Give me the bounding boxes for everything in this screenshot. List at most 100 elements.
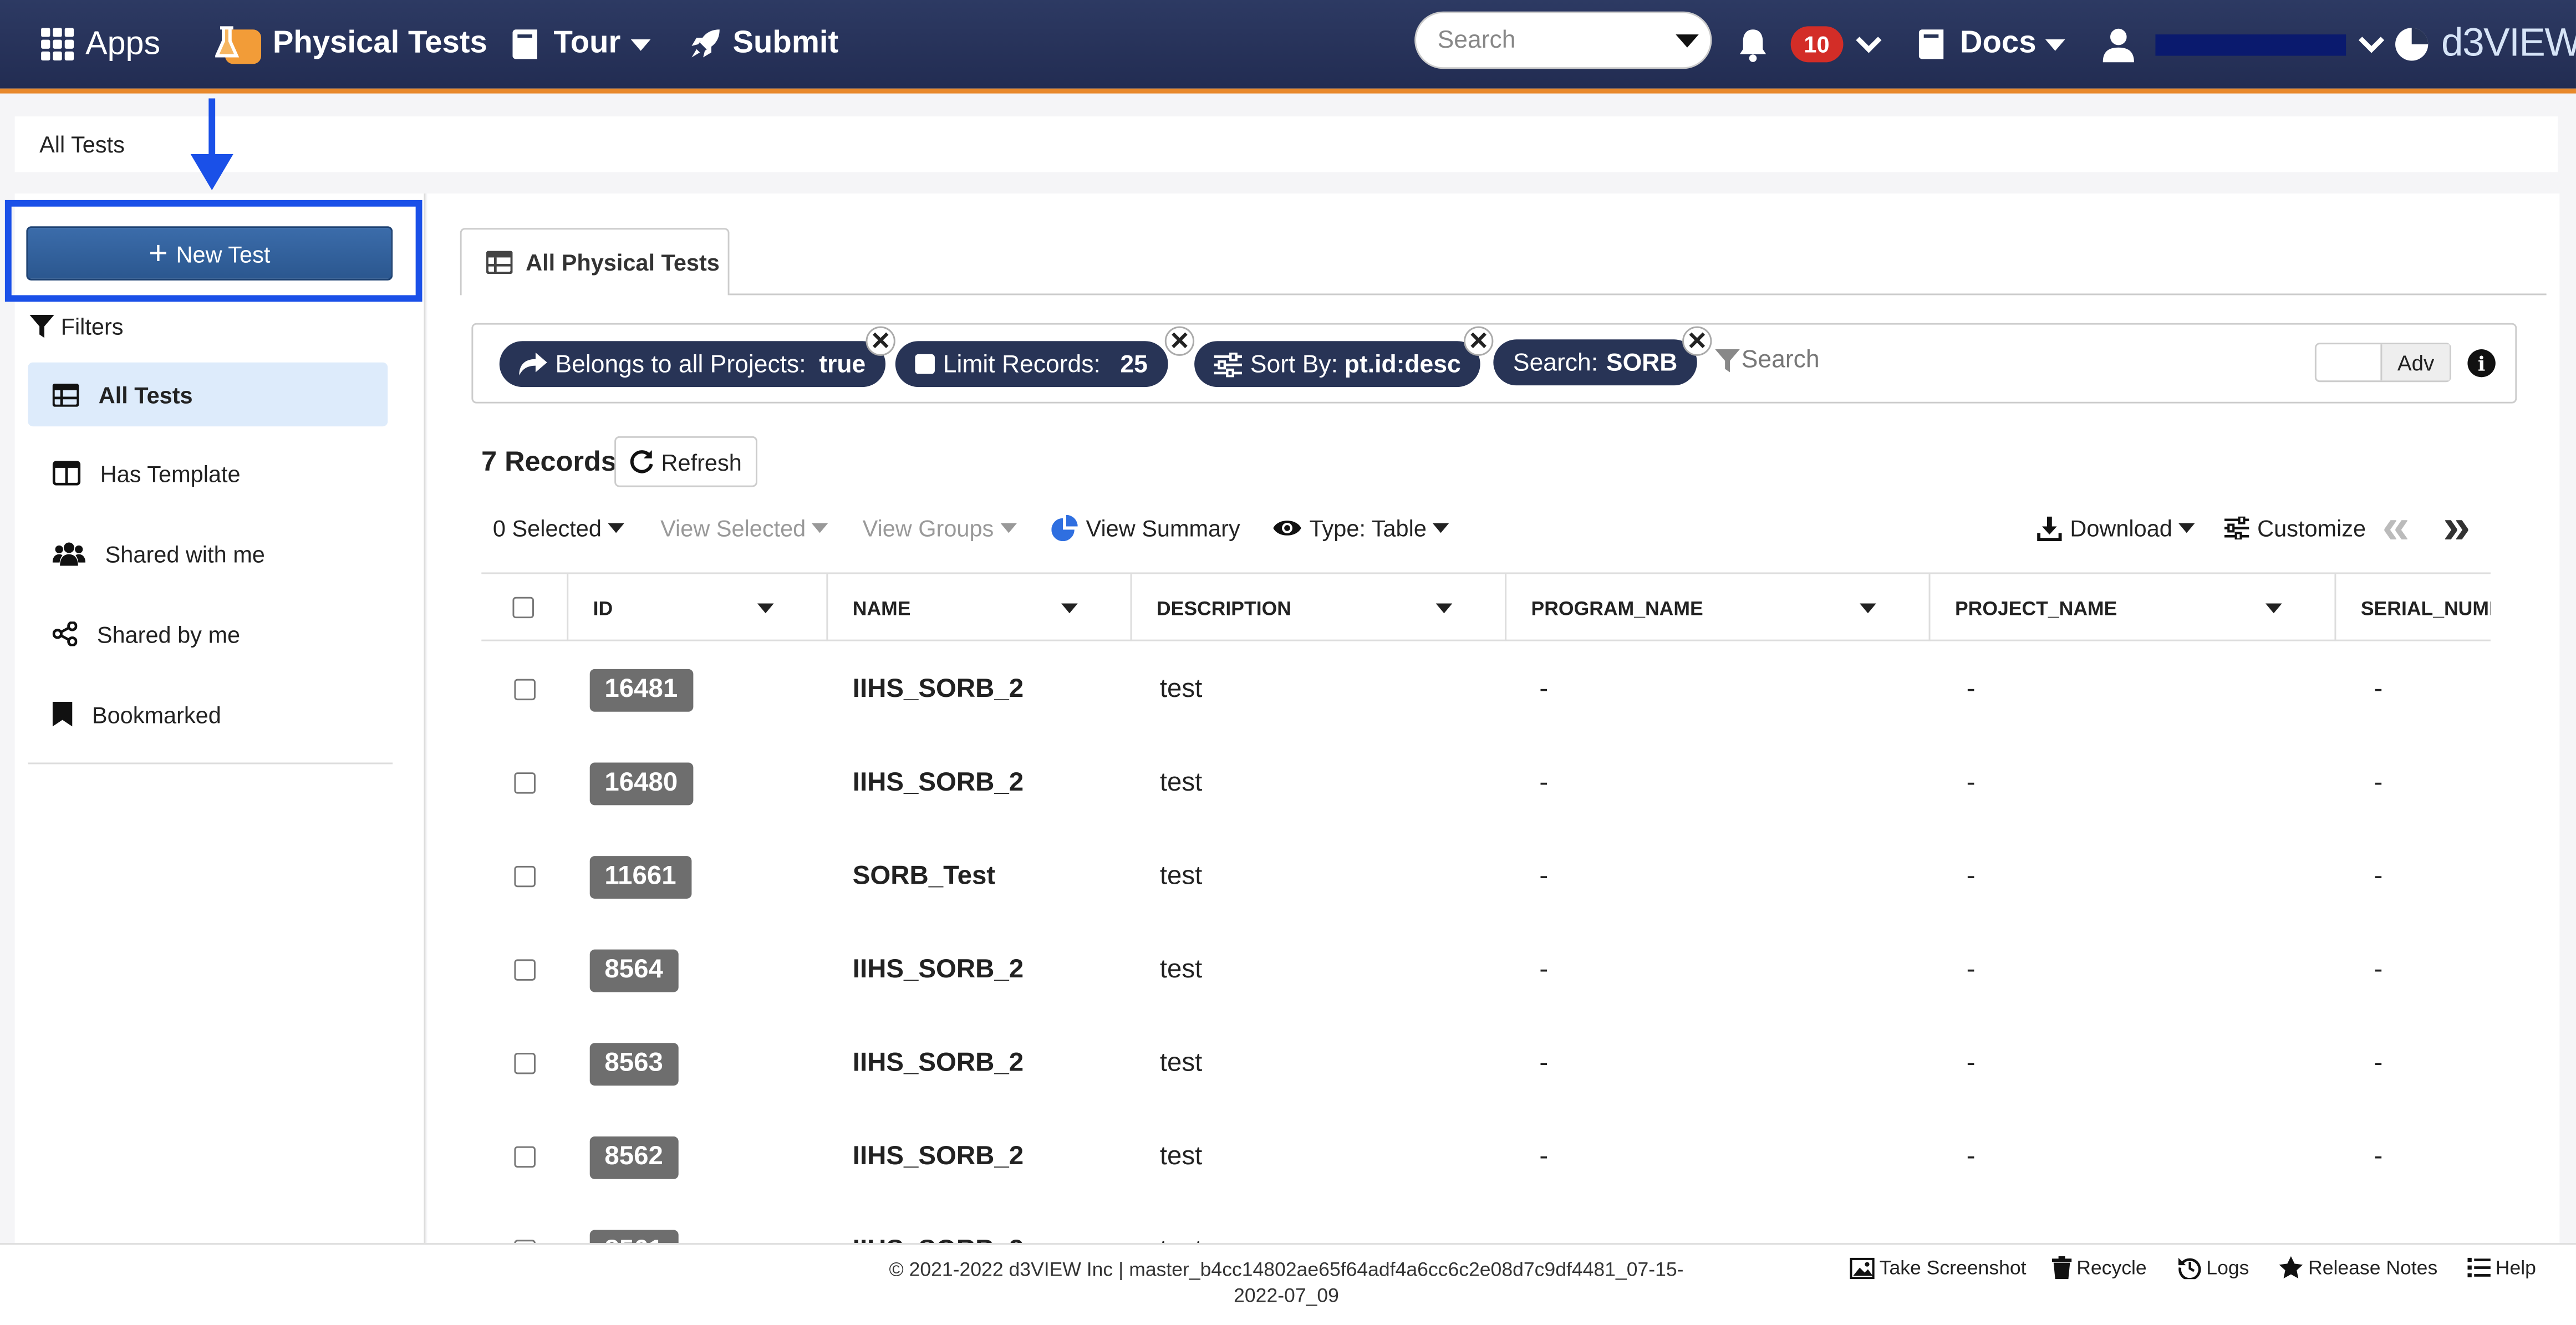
column-header-description[interactable]: DESCRIPTION — [1130, 574, 1505, 641]
name-cell[interactable]: SORB_Test — [853, 830, 995, 924]
sidebar-item-shared-by-me[interactable]: Shared by me — [28, 602, 388, 666]
chip-sort-by[interactable]: Sort By: pt.id:desc — [1194, 341, 1481, 388]
global-search-input[interactable] — [1416, 26, 1663, 54]
name-cell[interactable]: IIHS_SORB_2 — [853, 1110, 1024, 1204]
customize-label: Customize — [2257, 514, 2366, 542]
filters-heading: Filters — [29, 313, 124, 339]
row-select-cell — [514, 1204, 536, 1244]
customize-button[interactable]: Customize — [2224, 515, 2366, 541]
remove-chip-close-icon[interactable]: ✕ — [1464, 326, 1494, 356]
column-header-program-name[interactable]: PROGRAM_NAME — [1505, 574, 1928, 641]
table-row[interactable]: 16480 IIHS_SORB_2 test - - - — [481, 736, 2491, 830]
selected-count-dropdown[interactable]: 0 Selected — [493, 515, 625, 541]
sidebar-item-bookmarked[interactable]: Bookmarked — [28, 682, 388, 746]
apps-menu[interactable]: Apps — [41, 0, 160, 89]
d3view-logo[interactable]: d3VIEW® — [2394, 0, 2576, 89]
filter-search-input[interactable] — [1741, 346, 2070, 374]
square-icon — [915, 354, 935, 374]
column-header-name[interactable]: NAME — [826, 574, 1130, 641]
row-checkbox[interactable] — [514, 772, 536, 794]
view-selected-dropdown[interactable]: View Selected — [660, 515, 829, 541]
bell-icon — [1739, 28, 1766, 62]
download-dropdown[interactable]: Download — [2037, 515, 2196, 541]
name-cell[interactable]: IIHS_SORB_2 — [853, 923, 1024, 1017]
row-checkbox[interactable] — [514, 1146, 536, 1168]
chip-belongs-to-projects[interactable]: Belongs to all Projects: true — [499, 341, 885, 388]
users-icon — [52, 542, 86, 566]
release-notes-link[interactable]: Release Notes — [2279, 1256, 2437, 1279]
breadcrumb-current[interactable]: All Tests — [39, 131, 125, 157]
name-cell[interactable]: IIHS_SORB_2 — [853, 643, 1024, 737]
id-badge[interactable]: 16480 — [589, 761, 693, 804]
serial-cell: - — [2374, 1204, 2383, 1243]
column-header-serial-number[interactable]: SERIAL_NUMB — [2334, 574, 2491, 641]
row-checkbox[interactable] — [514, 865, 536, 888]
table-row[interactable]: 8561 IIHS_SORB_2 test - - - — [481, 1204, 2491, 1244]
tab-underline — [729, 293, 2547, 295]
view-selected-label: View Selected — [660, 514, 806, 542]
image-icon — [1850, 1257, 1875, 1278]
program-cell: - — [1539, 1204, 1548, 1243]
help-link[interactable]: Help — [2467, 1256, 2536, 1279]
sort-caret-icon[interactable] — [1435, 603, 1453, 614]
row-checkbox[interactable] — [514, 679, 536, 701]
remove-chip-close-icon[interactable]: ✕ — [1682, 326, 1712, 356]
id-badge[interactable]: 8563 — [589, 1042, 678, 1085]
sidebar-item-shared-with-me[interactable]: Shared with me — [28, 522, 388, 585]
new-test-button[interactable]: + New Test — [26, 226, 393, 281]
id-badge[interactable]: 11661 — [589, 855, 691, 898]
sort-caret-icon[interactable] — [1061, 603, 1078, 614]
remove-chip-close-icon[interactable]: ✕ — [866, 326, 895, 356]
submit-menu[interactable]: Submit — [688, 0, 838, 89]
take-screenshot-link[interactable]: Take Screenshot — [1850, 1256, 2027, 1279]
column-header-id[interactable]: ID — [567, 574, 826, 641]
view-summary-label: View Summary — [1086, 514, 1240, 542]
sidebar-item-has-template[interactable]: Has Template — [28, 441, 388, 505]
logs-link[interactable]: Logs — [2178, 1256, 2249, 1280]
advanced-toggle[interactable]: Adv — [2314, 343, 2451, 383]
submit-label: Submit — [732, 26, 839, 61]
chip-limit-records[interactable]: Limit Records: 25 — [895, 341, 1168, 388]
sort-caret-icon[interactable] — [757, 603, 774, 614]
table-row[interactable]: 16481 IIHS_SORB_2 test - - - — [481, 643, 2491, 737]
tab-all-physical-tests[interactable]: All Physical Tests — [460, 228, 730, 295]
id-badge[interactable]: 8561 — [589, 1229, 678, 1244]
name-cell[interactable]: IIHS_SORB_2 — [853, 1017, 1024, 1110]
tour-menu[interactable]: Tour — [512, 0, 650, 89]
user-menu[interactable] — [2102, 0, 2385, 89]
sort-caret-icon[interactable] — [1860, 603, 1876, 614]
chip-search[interactable]: Search: SORB — [1493, 339, 1697, 386]
physical-tests-menu[interactable]: Physical Tests — [215, 0, 487, 89]
row-checkbox[interactable] — [514, 959, 536, 981]
row-checkbox[interactable] — [514, 1053, 536, 1074]
annotation-arrow-shaft — [208, 98, 216, 157]
column-header-project-name[interactable]: PROJECT_NAME — [1928, 574, 2335, 641]
docs-menu[interactable]: Docs — [1918, 0, 2066, 89]
select-all-checkbox[interactable] — [512, 597, 534, 619]
id-badge[interactable]: 8564 — [589, 949, 678, 992]
notifications-menu[interactable]: 10 — [1737, 0, 1881, 89]
info-icon[interactable]: i — [2467, 349, 2496, 378]
table-row[interactable]: 8564 IIHS_SORB_2 test - - - — [481, 923, 2491, 1017]
id-badge[interactable]: 16481 — [589, 668, 693, 711]
refresh-button[interactable]: Refresh — [614, 436, 757, 487]
previous-page-icon[interactable]: « — [2382, 503, 2409, 552]
search-dropdown-caret-icon[interactable] — [1676, 34, 1699, 48]
view-groups-dropdown[interactable]: View Groups — [863, 515, 1017, 541]
view-summary-button[interactable]: View Summary — [1051, 514, 1240, 542]
name-cell[interactable]: IIHS_SORB_2 — [853, 736, 1024, 830]
next-page-icon[interactable]: » — [2443, 503, 2470, 552]
table-row[interactable]: 8562 IIHS_SORB_2 test - - - — [481, 1110, 2491, 1204]
id-badge[interactable]: 8562 — [589, 1135, 678, 1179]
table-row[interactable]: 11661 SORB_Test test - - - — [481, 830, 2491, 924]
name-cell[interactable]: IIHS_SORB_2 — [853, 1204, 1024, 1243]
recycle-link[interactable]: Recycle — [2051, 1256, 2147, 1280]
remove-chip-close-icon[interactable]: ✕ — [1164, 326, 1195, 356]
sidebar-item-label: Shared with me — [105, 540, 265, 567]
view-type-dropdown[interactable]: Type: Table — [1273, 515, 1450, 541]
sidebar-item-all-tests[interactable]: All Tests — [28, 362, 388, 427]
table-row[interactable]: 8563 IIHS_SORB_2 test - - - — [481, 1017, 2491, 1110]
serial-cell: - — [2374, 675, 2383, 703]
id-cell: 16481 — [589, 643, 693, 737]
sort-caret-icon[interactable] — [2265, 603, 2282, 614]
